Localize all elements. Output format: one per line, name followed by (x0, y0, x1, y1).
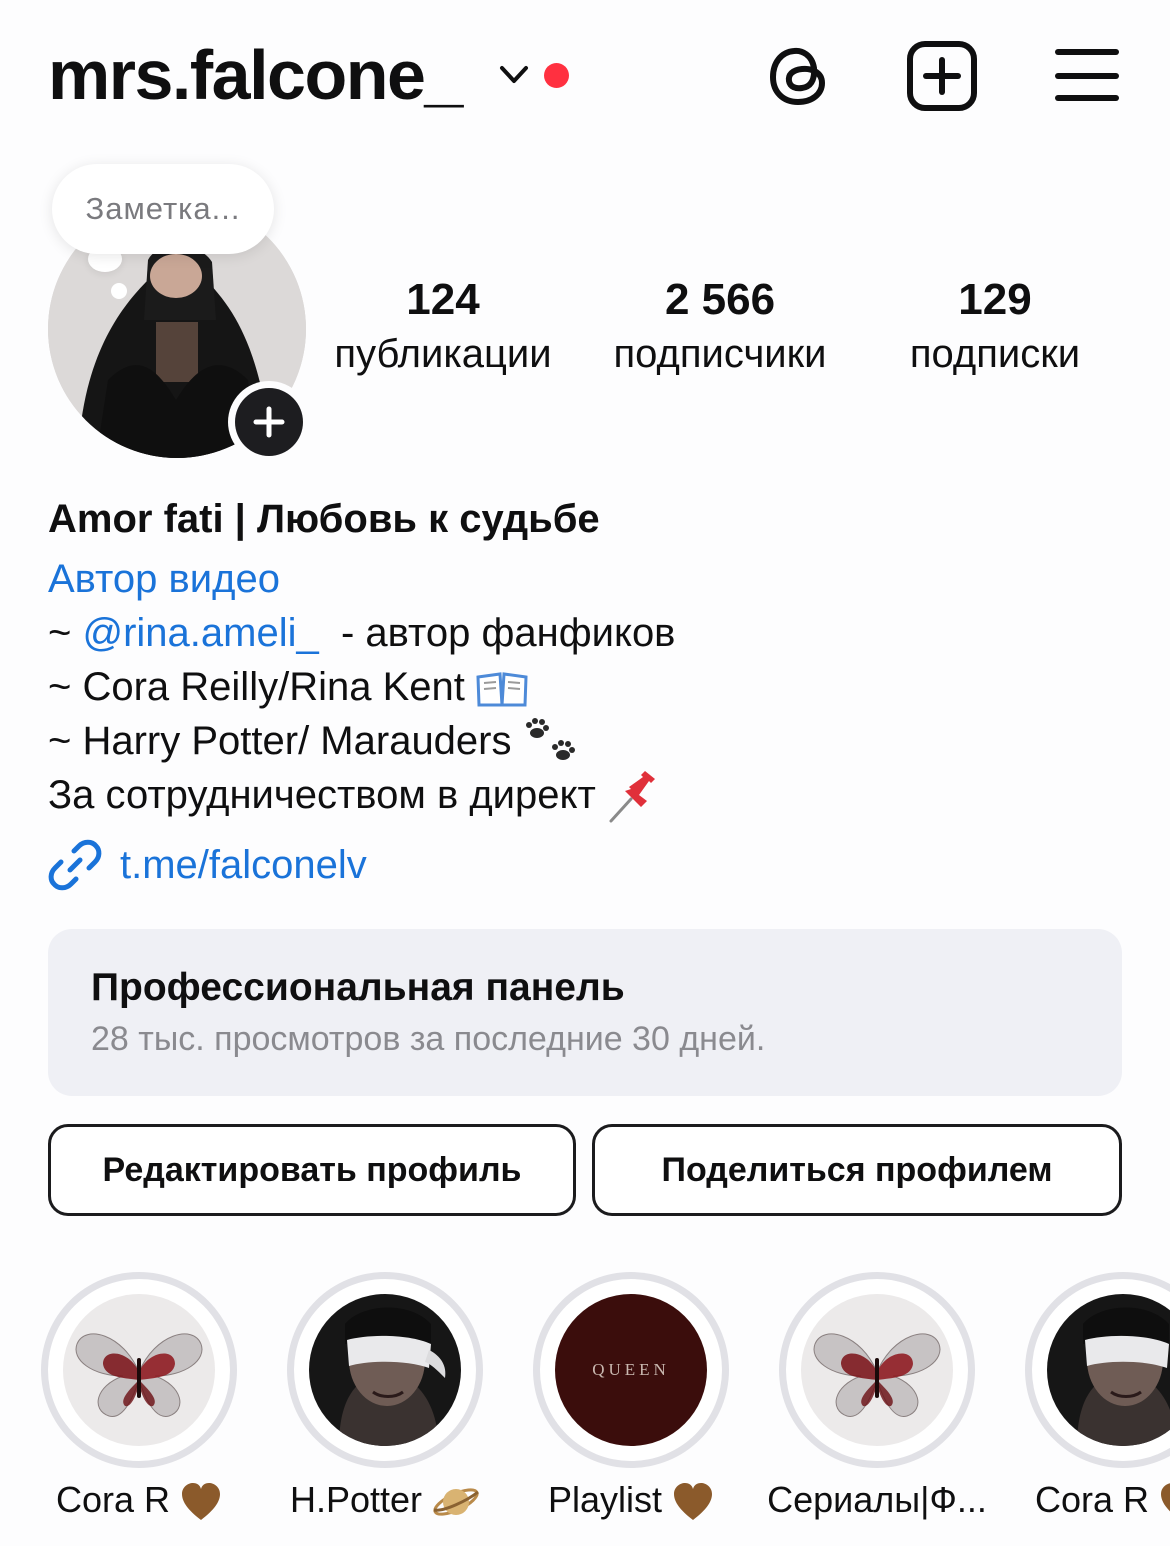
highlight-item[interactable] (287, 1272, 483, 1468)
bio-line: За сотрудничеством в директ (48, 768, 663, 825)
highlight-label[interactable]: Cora R (14, 1476, 264, 1524)
highlight-item[interactable]: QUEEN (533, 1272, 729, 1468)
bio-line: ~ Cora Reilly/Rina Kent (48, 660, 528, 714)
stat-value: 129 (958, 275, 1032, 324)
dashboard-subtitle: 28 тыс. просмотров за последние 30 дней. (91, 1020, 766, 1058)
note-bubble-tail-small (111, 283, 127, 299)
ringed-planet-icon (433, 1488, 479, 1517)
book-icon (476, 672, 528, 707)
stat-label: подписки (909, 332, 1081, 376)
menu-icon[interactable] (1052, 38, 1128, 114)
highlight-label[interactable]: Сериалы|Ф... (752, 1476, 1002, 1524)
highlight-cover (309, 1294, 461, 1446)
blindfold-cover-image (309, 1294, 461, 1446)
chevron-down-icon[interactable] (498, 62, 530, 88)
dashboard-title[interactable]: Профессиональная панель (91, 966, 625, 1010)
highlight-item[interactable] (1025, 1272, 1170, 1468)
notification-dot (544, 63, 569, 88)
highlight-title: Playlist (547, 1479, 662, 1520)
butterfly-cover-image (801, 1294, 953, 1446)
bio-text: ~ Cora Reilly/Rina Kent (48, 665, 465, 709)
note-placeholder[interactable]: Заметка... (52, 164, 274, 254)
butterfly-cover-image (63, 1294, 215, 1446)
bio-text: ~ Harry Potter/ Marauders (48, 719, 512, 763)
highlight-title: Cora R (55, 1479, 170, 1520)
plus-icon (253, 406, 285, 438)
account-username[interactable]: mrs.falcone_ (48, 30, 463, 120)
paw-prints-icon (525, 718, 575, 761)
edit-profile-button[interactable]: Редактировать профиль (48, 1124, 576, 1216)
highlight-item[interactable] (779, 1272, 975, 1468)
bio-line: ~ Harry Potter/ Marauders (48, 714, 581, 769)
followers-count[interactable]: 2 566 подписчики (585, 272, 855, 380)
brown-heart-icon (674, 1483, 713, 1521)
highlight-title: Cora R (1035, 1479, 1150, 1520)
threads-icon[interactable] (762, 38, 838, 114)
bio-text: - автор фанфиков (318, 611, 676, 655)
highlight-title: Сериалы|Ф... (767, 1479, 987, 1520)
display-name: Amor fati | Любовь к судьбе (48, 497, 600, 541)
link-text[interactable]: t.me/falconelv (120, 843, 367, 888)
share-profile-button[interactable]: Поделиться профилем (592, 1124, 1122, 1216)
highlight-item[interactable] (41, 1272, 237, 1468)
mention-link[interactable]: @rina.ameli_ (82, 611, 318, 655)
bio-text: За сотрудничеством в директ (48, 773, 596, 817)
stat-label: публикации (334, 332, 552, 376)
link-icon (48, 839, 102, 891)
highlight-title: H.Potter (289, 1479, 423, 1520)
stat-value: 124 (406, 275, 480, 324)
bio-line: ~ @rina.ameli_ - автор фанфиков (48, 606, 675, 660)
stat-value: 2 566 (664, 275, 776, 324)
stat-label: подписчики (613, 332, 827, 376)
highlight-cover (801, 1294, 953, 1446)
pushpin-icon (609, 771, 655, 823)
brown-heart-icon (1161, 1483, 1170, 1512)
brown-heart-icon (182, 1483, 221, 1521)
highlight-cover-text: QUEEN (592, 1360, 670, 1379)
highlight-cover: QUEEN (555, 1294, 707, 1446)
highlight-cover (63, 1294, 215, 1446)
bio-prefix: ~ (48, 611, 83, 655)
highlight-label[interactable]: Cora R (998, 1476, 1170, 1524)
profile-category[interactable]: Автор видео (48, 552, 280, 606)
following-count[interactable]: 129 подписки (860, 272, 1130, 380)
posts-count[interactable]: 124 публикации (308, 272, 578, 380)
create-post-icon[interactable] (904, 38, 980, 114)
highlight-label[interactable]: H.Potter (260, 1476, 510, 1524)
highlight-label[interactable]: Playlist (506, 1476, 756, 1524)
external-link[interactable]: t.me/falconelv (48, 836, 367, 894)
add-story-button[interactable] (228, 381, 310, 463)
professional-dashboard[interactable] (48, 929, 1122, 1096)
